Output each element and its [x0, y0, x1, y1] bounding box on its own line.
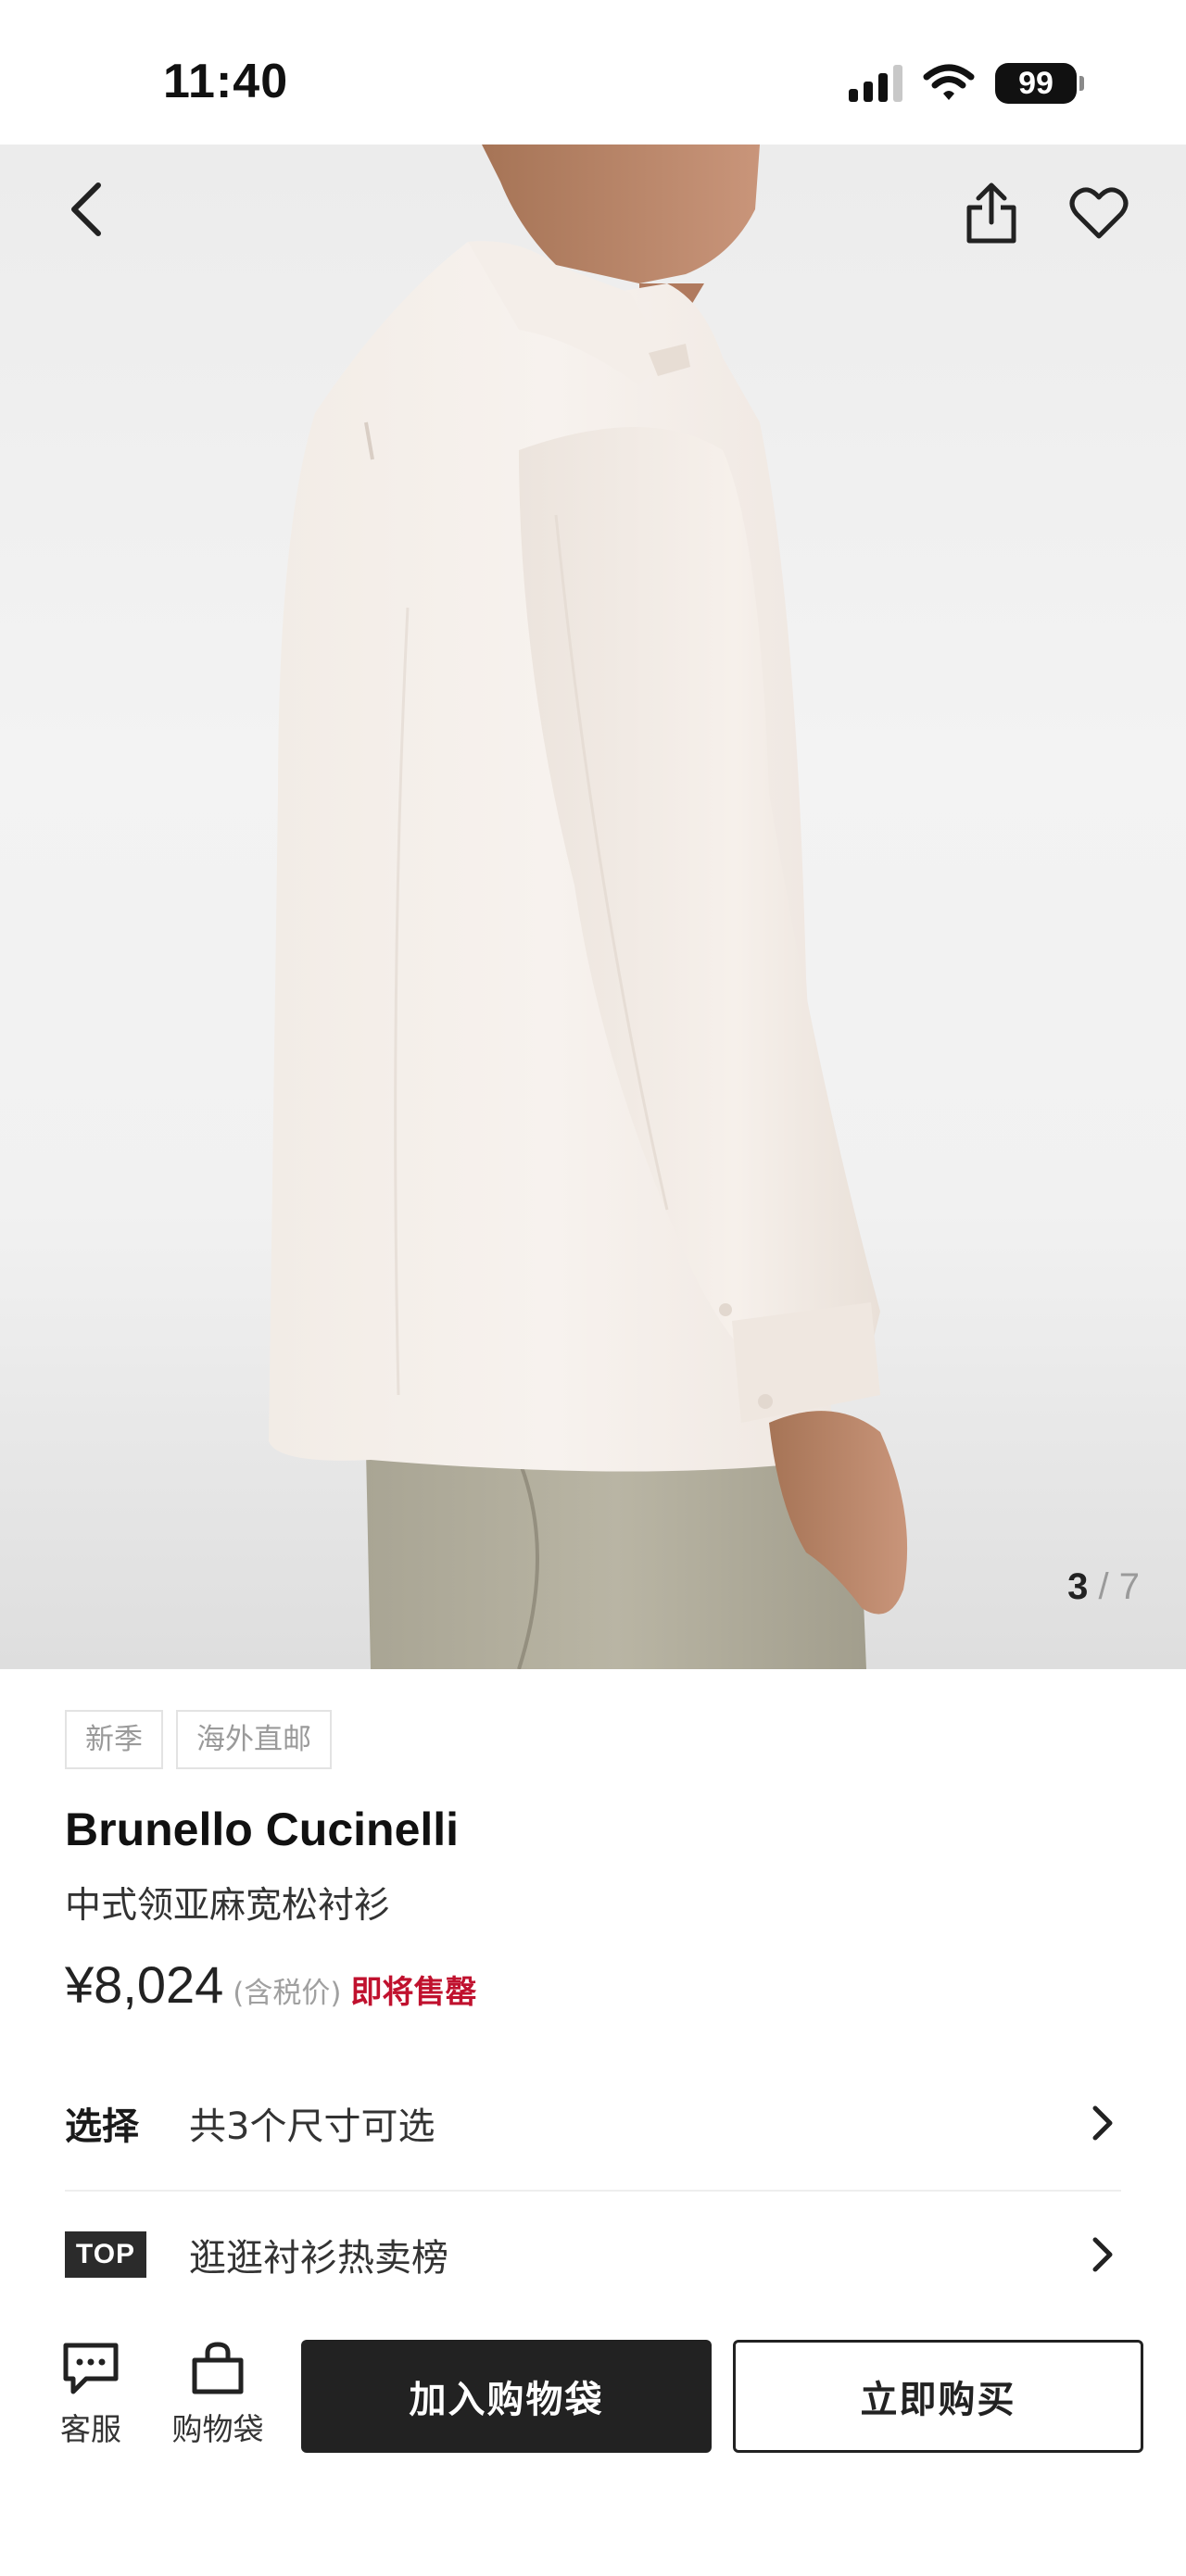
price-row: ¥8,024 (含税价) 即将售罄 [65, 1954, 1121, 2015]
share-icon [966, 182, 1016, 244]
size-select-label: 选择 [65, 2105, 139, 2148]
buy-now-button[interactable]: 立即购买 [733, 2340, 1143, 2453]
image-counter: 3 / 7 [1067, 1566, 1140, 1608]
price: ¥8,024 [65, 1955, 224, 2014]
favorite-button[interactable] [1062, 176, 1136, 250]
tax-note: (含税价) [233, 1977, 342, 2010]
back-button[interactable] [50, 172, 124, 246]
product-info: 新季 海外直邮 Brunello Cucinelli 中式领亚麻宽松衬衫 ¥8,… [65, 1710, 1121, 2015]
product-image-gallery[interactable]: 3 / 7 [0, 145, 1186, 1669]
image-counter-separator: / [1098, 1566, 1109, 1607]
image-counter-total: 7 [1118, 1566, 1140, 1607]
top-badge: TOP [65, 2231, 146, 2278]
cellular-signal-icon [849, 65, 902, 102]
chevron-right-icon [1084, 2105, 1121, 2142]
chevron-right-icon [1084, 2236, 1121, 2273]
chat-icon [63, 2343, 119, 2394]
status-bar: 11:40 99 [0, 0, 1186, 145]
status-icons: 99 [849, 63, 1084, 104]
shopping-bag-button[interactable]: 购物袋 [162, 2342, 273, 2449]
product-tags: 新季 海外直邮 [65, 1710, 1121, 1769]
stock-status: 即将售罄 [350, 1974, 477, 2011]
add-to-bag-button[interactable]: 加入购物袋 [301, 2340, 712, 2453]
tag-new-season: 新季 [65, 1710, 163, 1769]
size-select-text: 共3个尺寸可选 [189, 2105, 435, 2148]
product-name: 中式领亚麻宽松衬衫 [65, 1885, 391, 1927]
bottom-action-bar: 客服 购物袋 加入购物袋 立即购买 [0, 2316, 1186, 2576]
battery-level: 99 [1018, 65, 1054, 101]
ranking-text: 逛逛衬衫热卖榜 [189, 2237, 448, 2280]
share-button[interactable] [954, 176, 1028, 250]
divider [65, 2190, 1121, 2192]
battery-indicator: 99 [995, 63, 1084, 104]
product-photo [269, 145, 908, 1669]
shopping-bag-icon [192, 2342, 244, 2394]
status-time: 11:40 [163, 55, 289, 108]
heart-outline-icon [1069, 187, 1129, 239]
image-counter-current: 3 [1067, 1566, 1089, 1607]
brand-name[interactable]: Brunello Cucinelli [65, 1803, 1121, 1856]
shopping-bag-label: 购物袋 [171, 2411, 264, 2447]
ranking-row[interactable]: TOP 逛逛衬衫热卖榜 [65, 2208, 1121, 2301]
customer-service-button[interactable]: 客服 [35, 2342, 146, 2449]
size-select-row[interactable]: 选择 共3个尺寸可选 [65, 2077, 1121, 2169]
tag-overseas-direct: 海外直邮 [176, 1710, 332, 1769]
wifi-icon [923, 64, 975, 100]
customer-service-label: 客服 [60, 2411, 121, 2447]
chevron-left-icon [71, 182, 101, 236]
